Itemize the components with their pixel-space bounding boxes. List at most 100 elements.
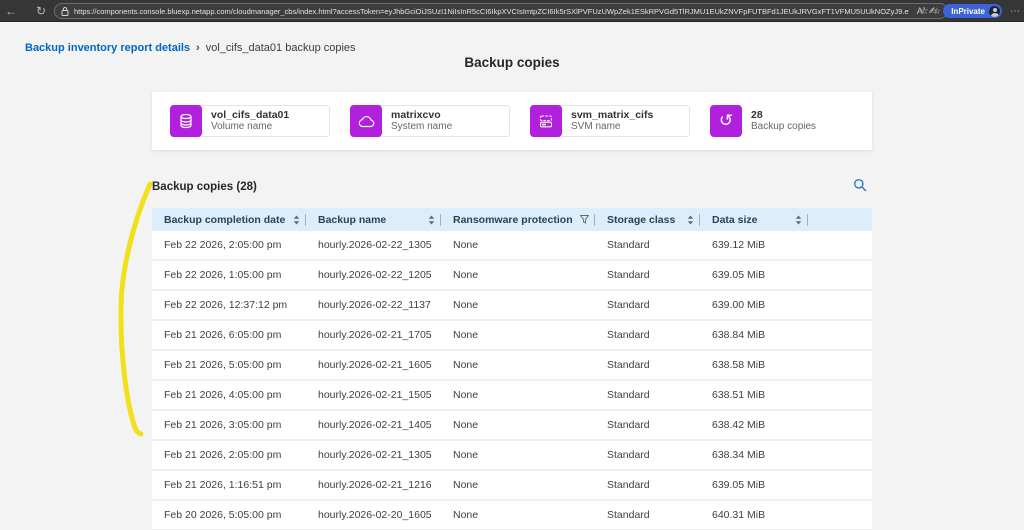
- table-row[interactable]: Feb 22 2026, 2:05:00 pmhourly.2026-02-22…: [152, 231, 872, 261]
- filter-icon[interactable]: [580, 215, 589, 224]
- back-icon[interactable]: ←: [0, 0, 22, 22]
- table-cell: Feb 22 2026, 2:05:00 pm: [152, 239, 306, 251]
- table-cell: hourly.2026-02-21_1305: [306, 449, 441, 461]
- collections-icon[interactable]: ☆✍︎: [920, 6, 937, 17]
- system-name-card: matrixcvo System name: [350, 105, 510, 137]
- table-cell: Standard: [595, 389, 700, 401]
- column-header-ransomware-protection[interactable]: Ransomware protection: [441, 208, 595, 231]
- table-row[interactable]: Feb 21 2026, 2:05:00 pmhourly.2026-02-21…: [152, 441, 872, 471]
- sort-icon[interactable]: [687, 215, 694, 225]
- volume-name-card: vol_cifs_data01 Volume name: [170, 105, 330, 137]
- table-header: Backup completion date Backup name Ranso…: [152, 208, 872, 231]
- table-body: Feb 22 2026, 2:05:00 pmhourly.2026-02-22…: [152, 231, 872, 530]
- table-cell: None: [441, 359, 595, 371]
- table-cell: Feb 20 2026, 5:05:00 pm: [152, 509, 306, 521]
- table-cell: None: [441, 269, 595, 281]
- table-cell: hourly.2026-02-21_1216: [306, 479, 441, 491]
- table-row[interactable]: Feb 21 2026, 1:16:51 pmhourly.2026-02-21…: [152, 471, 872, 501]
- page-title: Backup copies: [0, 55, 1024, 70]
- table-cell: Standard: [595, 449, 700, 461]
- sort-icon[interactable]: [795, 215, 802, 225]
- table-cell: Standard: [595, 419, 700, 431]
- table-cell: Standard: [595, 269, 700, 281]
- table-cell: None: [441, 509, 595, 521]
- column-label: Ransomware protection: [441, 214, 573, 226]
- table-cell: 638.42 MiB: [700, 419, 872, 431]
- table-row[interactable]: Feb 21 2026, 5:05:00 pmhourly.2026-02-21…: [152, 351, 872, 381]
- table-cell: hourly.2026-02-22_1205: [306, 269, 441, 281]
- address-bar[interactable]: https://components.console.bluexp.netapp…: [54, 3, 948, 19]
- table-cell: None: [441, 419, 595, 431]
- table-cell: None: [441, 479, 595, 491]
- table-cell: Feb 21 2026, 5:05:00 pm: [152, 359, 306, 371]
- table-cell: None: [441, 299, 595, 311]
- card-label: Volume name: [211, 122, 289, 132]
- avatar[interactable]: [989, 6, 1000, 17]
- volume-icon: [170, 105, 202, 137]
- card-label: Backup copies: [751, 122, 816, 132]
- browser-chrome: ← ↻ https://components.console.bluexp.ne…: [0, 0, 1024, 22]
- table-cell: Standard: [595, 299, 700, 311]
- sort-icon[interactable]: [428, 215, 435, 225]
- column-header-backup-completion-date[interactable]: Backup completion date: [152, 208, 306, 231]
- table-cell: Feb 22 2026, 1:05:00 pm: [152, 269, 306, 281]
- column-label: Data size: [700, 214, 758, 226]
- card-value: svm_matrix_cifs: [571, 110, 653, 121]
- table-row[interactable]: Feb 21 2026, 4:05:00 pmhourly.2026-02-21…: [152, 381, 872, 411]
- table-row[interactable]: Feb 20 2026, 5:05:00 pmhourly.2026-02-20…: [152, 501, 872, 530]
- backup-copies-card: ↺ 28 Backup copies: [710, 105, 870, 137]
- summary-cards-band: vol_cifs_data01 Volume name matrixcvo Sy…: [152, 92, 872, 150]
- refresh-icon[interactable]: ↻: [30, 0, 52, 22]
- column-label: Backup name: [306, 214, 386, 226]
- column-label: Backup completion date: [152, 214, 285, 226]
- backup-copies-table: Backup completion date Backup name Ranso…: [152, 208, 872, 530]
- sort-icon[interactable]: [293, 215, 300, 225]
- table-cell: hourly.2026-02-21_1705: [306, 329, 441, 341]
- table-cell: Feb 21 2026, 2:05:00 pm: [152, 449, 306, 461]
- table-cell: None: [441, 329, 595, 341]
- search-icon[interactable]: [853, 178, 869, 194]
- table-cell: Standard: [595, 509, 700, 521]
- table-cell: hourly.2026-02-22_1305: [306, 239, 441, 251]
- table-row[interactable]: Feb 22 2026, 12:37:12 pmhourly.2026-02-2…: [152, 291, 872, 321]
- column-header-data-size[interactable]: Data size: [700, 208, 872, 231]
- card-value: 28: [751, 110, 816, 121]
- breadcrumb-current: vol_cifs_data01 backup copies: [206, 42, 356, 54]
- page: Backup inventory report details › vol_ci…: [0, 23, 1024, 530]
- table-cell: Feb 21 2026, 1:16:51 pm: [152, 479, 306, 491]
- breadcrumb-link[interactable]: Backup inventory report details: [25, 42, 190, 54]
- column-header-backup-name[interactable]: Backup name: [306, 208, 441, 231]
- column-label: Storage class: [595, 214, 675, 226]
- table-cell: Standard: [595, 479, 700, 491]
- table-row[interactable]: Feb 21 2026, 6:05:00 pmhourly.2026-02-21…: [152, 321, 872, 351]
- card-value: matrixcvo: [391, 110, 452, 121]
- url-text: https://components.console.bluexp.netapp…: [74, 7, 909, 16]
- table-cell: 638.58 MiB: [700, 359, 872, 371]
- lock-icon: [61, 7, 69, 16]
- inprivate-badge: InPrivate: [943, 4, 1002, 18]
- table-cell: Standard: [595, 359, 700, 371]
- table-cell: Feb 21 2026, 4:05:00 pm: [152, 389, 306, 401]
- table-cell: hourly.2026-02-21_1505: [306, 389, 441, 401]
- table-cell: 638.34 MiB: [700, 449, 872, 461]
- table-cell: None: [441, 389, 595, 401]
- more-menu-icon[interactable]: ⋯: [1010, 6, 1020, 17]
- card-label: System name: [391, 122, 452, 132]
- table-cell: 639.05 MiB: [700, 479, 872, 491]
- cloud-icon: [350, 105, 382, 137]
- table-row[interactable]: Feb 22 2026, 1:05:00 pmhourly.2026-02-22…: [152, 261, 872, 291]
- table-cell: hourly.2026-02-21_1405: [306, 419, 441, 431]
- table-row[interactable]: Feb 21 2026, 3:05:00 pmhourly.2026-02-21…: [152, 411, 872, 441]
- table-cell: hourly.2026-02-21_1605: [306, 359, 441, 371]
- table-cell: None: [441, 239, 595, 251]
- column-header-storage-class[interactable]: Storage class: [595, 208, 700, 231]
- table-cell: Standard: [595, 239, 700, 251]
- table-cell: 640.31 MiB: [700, 509, 872, 521]
- restore-icon: ↺: [710, 105, 742, 137]
- table-cell: Feb 22 2026, 12:37:12 pm: [152, 299, 306, 311]
- table-title: Backup copies (28): [152, 181, 257, 193]
- table-cell: Standard: [595, 329, 700, 341]
- table-cell: 639.12 MiB: [700, 239, 872, 251]
- table-cell: None: [441, 449, 595, 461]
- table-cell: 639.00 MiB: [700, 299, 872, 311]
